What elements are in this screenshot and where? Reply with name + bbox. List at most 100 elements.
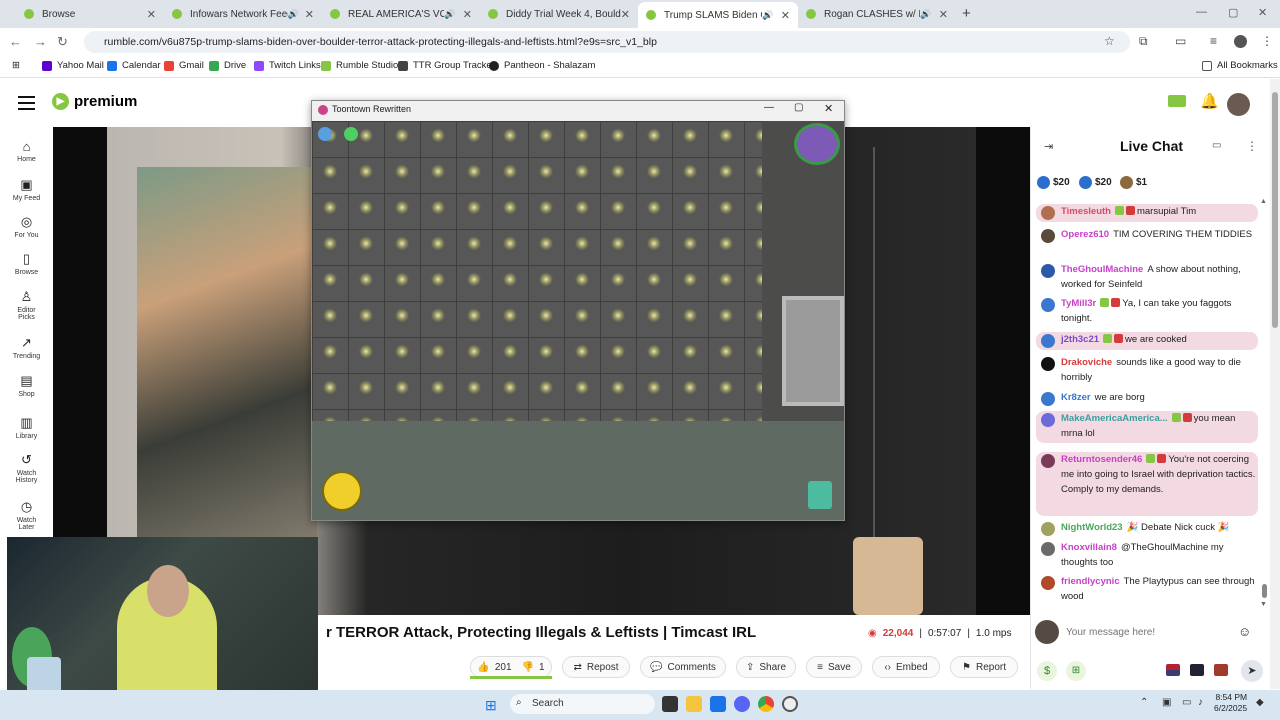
store-icon[interactable] [710,696,726,712]
chat-username[interactable]: NightWorld23 [1061,522,1123,533]
chat-username[interactable]: Kr8zer [1061,392,1091,403]
chat-avatar[interactable] [1041,576,1055,590]
notification-bell-icon[interactable]: 🔔 [1200,92,1219,110]
windows-start-icon[interactable]: ⊞ [485,697,497,714]
dislike-count[interactable]: 1 [539,662,545,673]
report-button[interactable]: ⚑ Report [950,656,1018,678]
thumbs-down-icon[interactable]: 👎 [522,662,534,673]
chat-more-icon[interactable]: ⋮ [1246,139,1258,153]
media-controls-icon[interactable]: ≡ [1210,34,1217,48]
speaker-icon[interactable]: 🔊 [920,9,931,20]
speaker-icon[interactable]: 🔊 [288,9,299,20]
chrome-icon[interactable] [758,696,774,712]
tab-close-icon[interactable]: ✕ [939,8,948,21]
bookmark-ttr-group-tracker[interactable]: TTR Group Tracker [398,60,495,71]
speaker-icon[interactable]: 🔊 [762,10,773,21]
chat-username[interactable]: MakeAmericaAmerica... [1061,413,1168,424]
flag-emote-icon[interactable] [1166,664,1180,676]
menu-kebab-icon[interactable]: ⋮ [1261,34,1273,48]
cast-icon[interactable]: ▭ [1175,34,1186,48]
extensions-icon[interactable]: ⧉ [1139,34,1148,49]
sidebar-item-for-you[interactable]: ◎ For You [0,214,53,239]
embed-button[interactable]: ‹› Embed [872,656,940,678]
game-viewport[interactable] [312,121,844,520]
chat-avatar[interactable] [1041,298,1055,312]
forward-arrow-icon[interactable]: → [34,34,47,49]
chat-message-list[interactable]: Timesleuth marsupial Tim Operez610 TIM COVE… [1036,202,1258,608]
page-scroll-thumb[interactable] [1272,92,1278,328]
tab-real-americas-voice[interactable]: REAL AMERICA'S VOICE - 24🔊 ✕ [322,4,480,24]
popout-chat-icon[interactable]: ▭ [1212,140,1221,151]
game-window[interactable]: Toontown Rewritten — ▢ ✕ [311,100,845,521]
sidebar-item-watch-history[interactable]: ↺ Watch History [0,452,53,484]
discord-icon[interactable] [734,696,750,712]
bookmark-drive[interactable]: Drive [209,60,246,71]
game-close-button[interactable]: ✕ [824,102,833,115]
scroll-up-icon[interactable]: ▲ [1260,198,1267,205]
sidebar-item-trending[interactable]: ↗ Trending [0,335,53,360]
chat-avatar[interactable] [1041,522,1055,536]
tab-diddy-trial[interactable]: Diddy Trial Week 4, Boulder Terror✕ [480,4,638,24]
chat-message-input[interactable] [1066,621,1226,643]
emoji-smile-icon[interactable]: ☺ [1238,624,1251,639]
new-tab-button[interactable]: + [962,5,971,22]
window-maximize-button[interactable]: ▢ [1228,6,1238,19]
obs-icon[interactable] [782,696,798,712]
rant-pill[interactable]: $1 [1120,176,1147,189]
bookmark-star-icon[interactable]: ☆ [1104,34,1115,48]
sidebar-item-browse[interactable]: ▯ Browse [0,251,53,276]
send-message-button[interactable]: ➤ [1241,660,1263,682]
chat-username[interactable]: Operez610 [1061,229,1109,240]
user-avatar[interactable] [1227,93,1250,116]
chat-username[interactable]: Returntosender46 [1061,454,1142,465]
bookmark-yahoo-mail[interactable]: Yahoo Mail [42,60,104,71]
emote-icon[interactable] [1190,664,1204,676]
chat-username[interactable]: Knoxvillain8 [1061,542,1117,553]
bookmark-pantheon[interactable]: Pantheon - Shalazam [489,60,595,71]
tab-close-icon[interactable]: ✕ [463,8,472,21]
all-bookmarks-folder[interactable]: All Bookmarks [1202,60,1278,71]
bookmark-rumble-studio[interactable]: Rumble Studio [321,60,398,71]
site-logo[interactable]: ▶ premium [52,93,137,110]
back-arrow-icon[interactable]: ← [9,34,22,49]
tab-close-icon[interactable]: ✕ [305,8,314,21]
tray-app-icon[interactable]: ▣ [1162,697,1171,708]
file-explorer-icon[interactable] [686,696,702,712]
chat-avatar[interactable] [1041,357,1055,371]
task-view-icon[interactable] [662,696,678,712]
profile-avatar[interactable] [1234,35,1247,48]
tab-trump-slams-active[interactable]: Trump SLAMS Biden Over Boulder🔊 ✕ [638,2,798,28]
chat-avatar[interactable] [1041,392,1055,406]
chat-username[interactable]: TyMill3r [1061,298,1096,309]
comments-button[interactable]: 💬 Comments [640,656,726,678]
laff-meter-icon[interactable] [322,471,362,511]
friends-list-icon[interactable] [318,127,332,141]
tab-browse[interactable]: Browse ✕ [16,4,164,24]
rant-pill[interactable]: $20 [1037,176,1070,189]
network-icon[interactable]: ▭ [1182,697,1191,708]
bookmark-twitch-links[interactable]: Twitch Links [254,60,321,71]
game-minimize-button[interactable]: — [764,102,774,113]
bookmark-calendar[interactable]: Calendar [107,60,161,71]
rant-dollar-button[interactable]: $ [1037,661,1057,681]
sidebar-item-home[interactable]: ⌂ Home [0,139,53,163]
tab-close-icon[interactable]: ✕ [147,8,156,21]
scroll-down-icon[interactable]: ▼ [1260,601,1267,608]
speaker-icon[interactable]: 🔊 [444,9,455,20]
sidebar-item-library[interactable]: ▥ Library [0,415,53,440]
emote-icon[interactable] [1214,664,1228,676]
chat-avatar[interactable] [1041,206,1055,220]
address-bar[interactable]: rumble.com/v6u875p-trump-slams-biden-ove… [84,31,1130,53]
chat-username[interactable]: Timesleuth [1061,206,1111,217]
go-live-camera-icon[interactable] [1168,95,1186,107]
chat-username[interactable]: TheGhoulMachine [1061,264,1143,275]
window-close-button[interactable]: ✕ [1258,6,1267,19]
game-map-icon[interactable] [794,123,840,165]
chat-username[interactable]: Drakoviche [1061,357,1112,368]
repost-button[interactable]: ⇄ Repost [562,656,630,678]
reload-icon[interactable]: ↻ [57,34,68,50]
hamburger-menu-icon[interactable] [18,96,35,110]
tab-rogan-clashes[interactable]: Rogan CLASHES w/ Bono Over🔊 ✕ [798,4,956,24]
chat-avatar[interactable] [1041,542,1055,556]
taskbar-search[interactable]: Search [510,694,655,714]
